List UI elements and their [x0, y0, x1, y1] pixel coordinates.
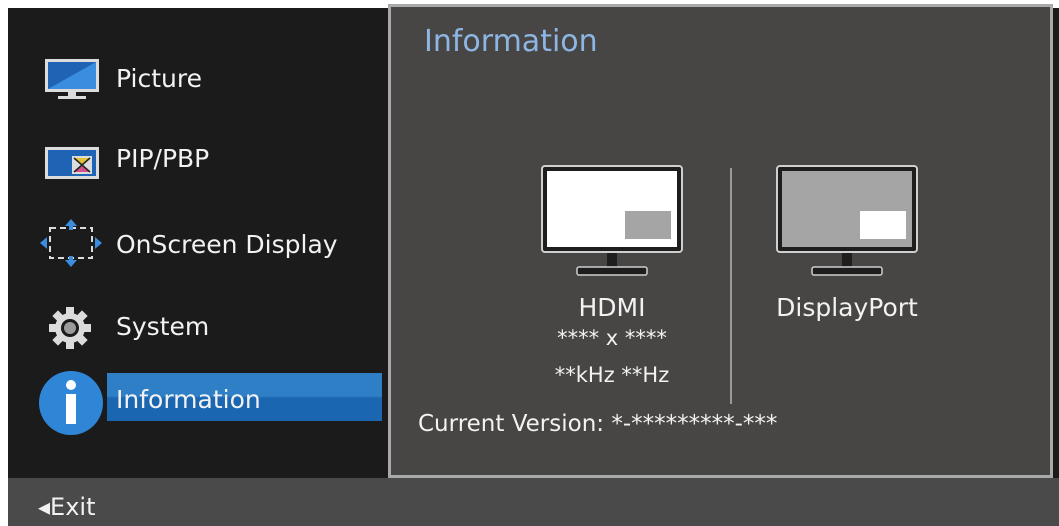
panel-title: Information — [424, 24, 598, 59]
menu-item-picture[interactable]: Picture — [0, 48, 382, 104]
hdmi-label: HDMI — [578, 293, 646, 322]
pip-icon — [45, 147, 99, 179]
menu-item-system[interactable]: System — [0, 298, 382, 354]
menu-label-system: System — [116, 312, 210, 341]
menu-label-onscreen-display: OnScreen Display — [116, 230, 338, 259]
exit-button[interactable]: ◂Exit — [38, 492, 96, 522]
bottom-bar — [8, 478, 1059, 526]
menu-label-information: Information — [116, 385, 261, 414]
current-version: Current Version: *-*********-*** — [418, 411, 778, 437]
displayport-monitor-icon — [776, 165, 918, 276]
information-panel — [388, 4, 1053, 478]
menu-label-picture: Picture — [116, 64, 202, 93]
source-divider — [730, 168, 732, 404]
menu-item-information[interactable]: Information — [0, 370, 382, 435]
hdmi-resolution: **** x **** — [557, 326, 667, 350]
displayport-label: DisplayPort — [776, 293, 918, 322]
hdmi-monitor-icon — [541, 165, 683, 276]
hdmi-frequency: **kHz **Hz — [554, 363, 670, 387]
info-icon — [39, 371, 103, 435]
onscreen-display-icon — [40, 219, 102, 267]
monitor-icon — [45, 59, 99, 99]
gear-icon — [49, 307, 91, 349]
menu-item-onscreen-display[interactable]: OnScreen Display — [0, 214, 382, 270]
menu-label-pip-pbp: PIP/PBP — [116, 144, 210, 173]
menu-item-pip-pbp[interactable]: PIP/PBP — [0, 130, 382, 186]
